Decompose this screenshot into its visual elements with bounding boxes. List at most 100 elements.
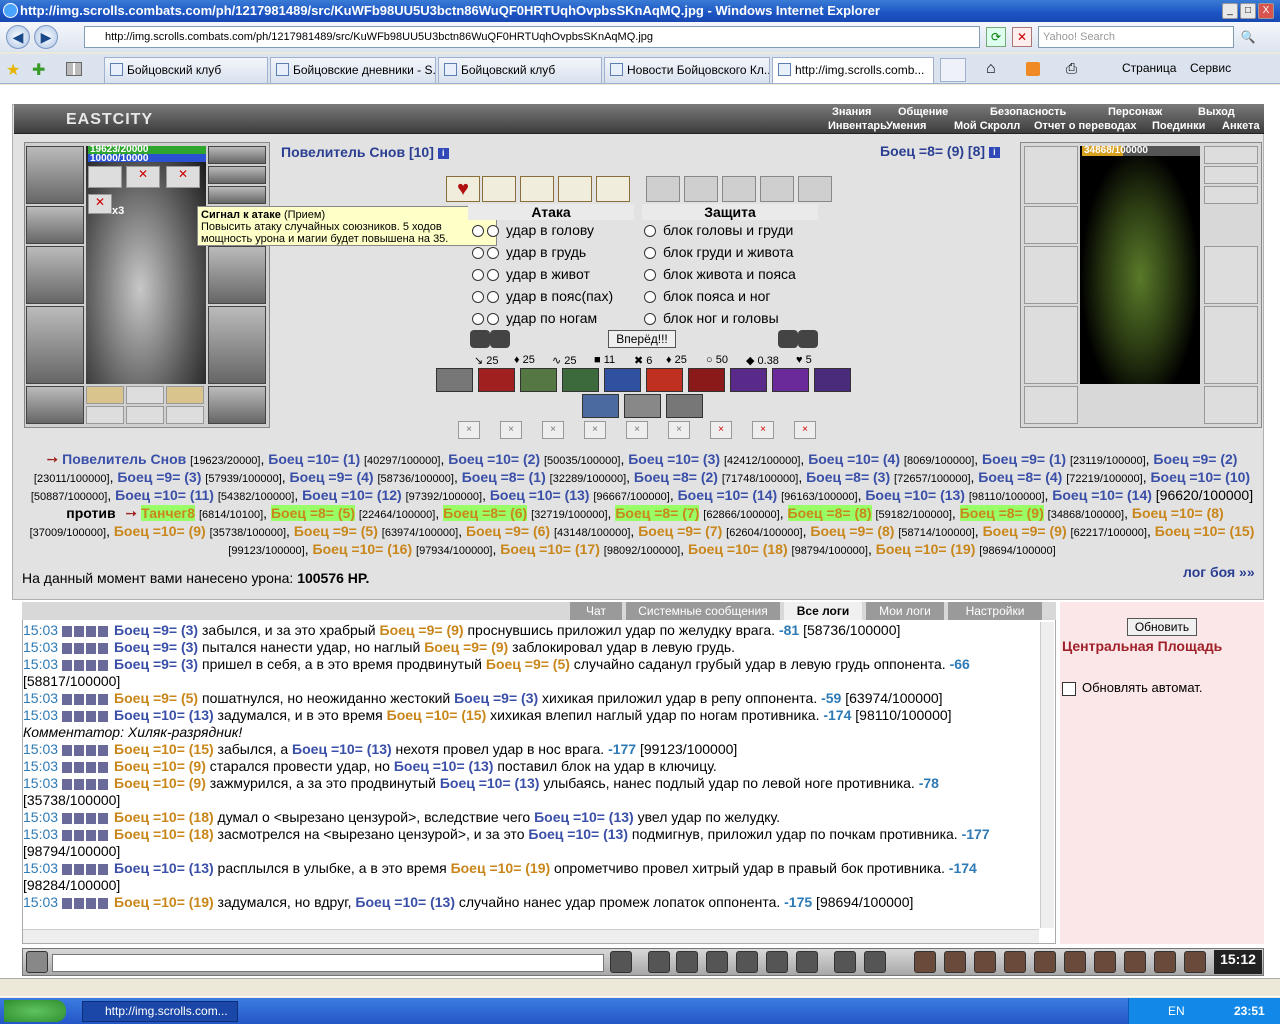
fighter-name[interactable]: Боец =10= (12) (302, 487, 402, 503)
block-radio[interactable] (644, 313, 656, 326)
empty-item-slot[interactable]: × (626, 421, 648, 439)
forward-attack-button[interactable]: Вперёд!!! (608, 330, 676, 348)
fighter-name[interactable]: Боец =10= (13) (865, 487, 965, 503)
attack-radio-1[interactable] (472, 269, 484, 282)
taskbar-ie-item[interactable]: http://img.scrolls.com... (82, 1001, 238, 1022)
belt-slot[interactable] (26, 386, 84, 424)
block-option[interactable]: блок груди и живота (644, 244, 793, 260)
ring-slot[interactable] (208, 186, 266, 204)
fighter-name[interactable]: Боец =10= (16) (313, 541, 413, 557)
tab-4[interactable]: Новости Бойцовского Кл... (604, 57, 770, 83)
attack-radio-2[interactable] (487, 269, 499, 282)
log-target[interactable]: Боец =10= (13) (440, 775, 540, 791)
smiley-icon[interactable] (834, 951, 856, 973)
badge-icon[interactable] (1094, 951, 1116, 973)
log-actor[interactable]: Боец =10= (18) (114, 809, 214, 825)
fighter-name[interactable]: Боец =8= (1) (462, 469, 546, 485)
block-option[interactable]: блок живота и пояса (644, 266, 796, 282)
menu-my-scroll[interactable]: Мой Скролл (954, 120, 1020, 132)
empty-slot[interactable] (126, 406, 164, 424)
log-target[interactable]: Боец =9= (3) (454, 690, 538, 706)
menu-inventory[interactable]: Инвентарь (828, 120, 887, 132)
battle-log-link[interactable]: лог боя »» (1183, 564, 1255, 580)
tab-settings[interactable]: Настройки (948, 602, 1042, 620)
attack-radio-1[interactable] (472, 313, 484, 326)
new-tab-button[interactable] (940, 58, 966, 82)
exit-icon[interactable] (1184, 951, 1206, 973)
attack-radio-1[interactable] (472, 291, 484, 304)
empty-trick-slot[interactable] (722, 176, 756, 202)
skill-icon[interactable] (772, 368, 809, 392)
tools-menu[interactable]: Сервис (1190, 61, 1231, 75)
smile-icon[interactable] (796, 951, 818, 973)
log-scrollbar-vertical[interactable] (1040, 622, 1054, 928)
back-button[interactable]: ◀ (6, 25, 30, 49)
block-radio[interactable] (644, 291, 656, 304)
favorites-star-icon[interactable]: ★ (6, 60, 20, 80)
helmet-icon[interactable] (864, 951, 886, 973)
fight-icon[interactable] (736, 951, 758, 973)
shield-slot[interactable] (208, 246, 266, 304)
armor-slot[interactable] (1024, 306, 1078, 384)
attack-radio-2[interactable] (487, 247, 499, 260)
cross-icon[interactable] (974, 951, 996, 973)
legs-slot[interactable] (208, 306, 266, 384)
skill-icon[interactable] (646, 368, 683, 392)
menu-profile[interactable]: Анкета (1222, 120, 1260, 132)
attack-radio-1[interactable] (472, 247, 484, 260)
fighter-name[interactable]: Боец =9= (2) (1153, 451, 1237, 467)
bag-icon[interactable] (914, 951, 936, 973)
menu-exit[interactable]: Выход (1198, 106, 1235, 118)
block-option[interactable]: блок ног и головы (644, 310, 779, 326)
skill-icon[interactable] (624, 394, 661, 418)
tool-icon[interactable] (1154, 951, 1176, 973)
earring-slot[interactable] (208, 146, 266, 164)
empty-item-slot[interactable]: × (584, 421, 606, 439)
log-target[interactable]: Боец =10= (13) (534, 809, 634, 825)
fighter-name[interactable]: Боец =9= (1) (982, 451, 1066, 467)
skill-icon[interactable] (666, 394, 703, 418)
fighter-name[interactable]: Боец =8= (8) (787, 505, 872, 521)
menu-skills[interactable]: Умения (886, 120, 926, 132)
fighter-name[interactable]: Повелитель Снов (62, 451, 186, 467)
save-icon[interactable] (706, 951, 728, 973)
fighter-name[interactable]: Боец =10= (18) (688, 541, 788, 557)
log-actor[interactable]: Боец =10= (13) (114, 860, 214, 876)
amulet-slot[interactable] (208, 166, 266, 184)
broken-image-icon[interactable]: × (794, 421, 816, 439)
fighter-name[interactable]: Боец =9= (8) (810, 523, 894, 539)
language-indicator[interactable]: EN (1168, 1004, 1185, 1018)
close-button[interactable]: X (1258, 3, 1274, 19)
gear-icon[interactable] (1064, 951, 1086, 973)
fighter-name[interactable]: Боец =10= (2) (448, 451, 540, 467)
empty-item-slot[interactable]: × (668, 421, 690, 439)
left-player-name[interactable]: Повелитель Снов [10] i (281, 144, 449, 160)
bottle-icon[interactable] (1124, 951, 1146, 973)
empty-slot[interactable] (166, 406, 204, 424)
fighter-name[interactable]: Боец =10= (17) (500, 541, 600, 557)
empty-item-slot[interactable]: × (542, 421, 564, 439)
skill-icon[interactable] (730, 368, 767, 392)
trick-slot[interactable] (558, 176, 592, 202)
mask-icon[interactable] (1034, 951, 1056, 973)
fighter-name[interactable]: Боец =8= (2) (634, 469, 718, 485)
effect-slot[interactable] (88, 166, 122, 188)
block-radio[interactable] (644, 247, 656, 260)
eraser-icon[interactable] (648, 951, 670, 973)
gloves-slot[interactable] (1024, 206, 1078, 244)
log-target[interactable]: Боец =9= (9) (380, 622, 464, 638)
amulet-slot[interactable] (1204, 166, 1258, 184)
skill-icon[interactable] (520, 368, 557, 392)
tab-2[interactable]: Бойцовские дневники - S... (270, 57, 436, 83)
tab-chat[interactable]: Чат (570, 602, 622, 620)
fighter-name[interactable]: Боец =10= (14) (678, 487, 778, 503)
fighter-name[interactable]: Боец =10= (15) (1155, 523, 1255, 539)
right-player-name[interactable]: Боец =8= (9) [8] i (880, 143, 1000, 159)
log-target[interactable]: Боец =10= (13) (528, 826, 628, 842)
quick-tabs-icon[interactable] (66, 62, 82, 76)
scroll-slot[interactable] (166, 386, 204, 404)
fighter-name[interactable]: Боец =8= (5) (270, 505, 355, 521)
refresh-button[interactable]: Обновить (1127, 618, 1197, 636)
attack-radio-1[interactable] (472, 225, 484, 238)
log-scrollbar-horizontal[interactable] (23, 929, 1039, 943)
